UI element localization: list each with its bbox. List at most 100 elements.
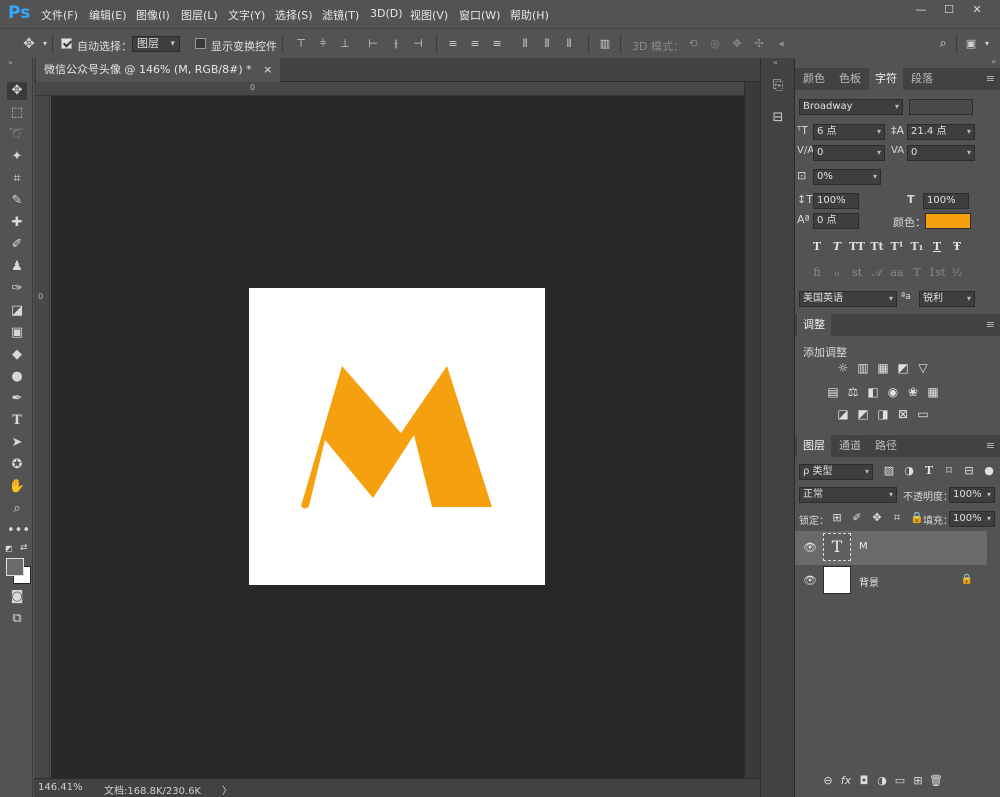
font-style-dropdown[interactable]	[909, 99, 973, 115]
path-selection-tool-icon[interactable]: ➤	[7, 434, 27, 452]
menu-image[interactable]: 图像(I)	[136, 7, 170, 23]
layer-name[interactable]: M	[859, 541, 868, 552]
exposure-icon[interactable]: ◩	[893, 361, 913, 375]
move-tool-icon[interactable]: ✥	[7, 82, 27, 100]
scale-field[interactable]: 0% ▾	[813, 169, 881, 185]
fractions-button[interactable]: ½	[947, 266, 967, 279]
menu-edit[interactable]: 编辑(E)	[89, 7, 127, 23]
foreground-color-swatch[interactable]	[6, 558, 24, 576]
history-brush-tool-icon[interactable]: ✑	[7, 280, 27, 298]
eyedropper-tool-icon[interactable]: ✎	[7, 192, 27, 210]
horizontal-ruler[interactable]: 0	[34, 82, 744, 96]
kerning-field[interactable]: 0 ▾	[813, 145, 885, 161]
properties-panel-icon[interactable]: ⊟	[769, 110, 787, 128]
edit-toolbar-icon[interactable]: •••	[7, 522, 30, 540]
faux-bold-button[interactable]: T	[807, 240, 827, 253]
font-size-field[interactable]: 6 点 ▾	[813, 124, 885, 140]
visibility-eye-icon[interactable]: 👁	[803, 541, 817, 554]
channel-mixer-icon[interactable]: ❀	[903, 385, 923, 399]
document-tab[interactable]: 微信公众号头像 @ 146% (M, RGB/8#) * ×	[36, 58, 281, 82]
language-dropdown[interactable]: 美国英语 ▾	[799, 291, 897, 307]
type-tool-icon[interactable]: T	[7, 412, 27, 430]
add-mask-icon[interactable]: ◘	[855, 774, 873, 787]
align-vcenter-icon[interactable]: ⫩	[316, 37, 330, 51]
superscript-button[interactable]: T¹	[887, 240, 907, 253]
swash-button[interactable]: 𝒜	[867, 266, 887, 280]
leading-field[interactable]: 21.4 点 ▾	[907, 124, 975, 140]
posterize-icon[interactable]: ◩	[853, 407, 873, 421]
panel-menu-icon[interactable]: ≡	[986, 439, 995, 452]
layer-name[interactable]: 背景	[859, 574, 879, 589]
panel-menu-icon[interactable]: ≡	[986, 72, 995, 85]
history-panel-icon[interactable]: ⎘	[769, 78, 787, 96]
new-layer-icon[interactable]: ⊞	[909, 774, 927, 787]
underline-button[interactable]: T	[927, 240, 947, 253]
smart-object-filter-icon[interactable]: ⊟	[959, 464, 979, 477]
new-group-icon[interactable]: ▭	[891, 774, 909, 787]
auto-select-checkbox[interactable]	[61, 38, 72, 49]
panel-menu-icon[interactable]: ≡	[986, 318, 995, 331]
layer-filter-dropdown[interactable]: ρ 类型 ▾	[799, 464, 873, 480]
tab-layers[interactable]: 图层	[797, 435, 831, 457]
blend-mode-dropdown[interactable]: 正常 ▾	[799, 487, 897, 503]
menu-filter[interactable]: 滤镜(T)	[322, 7, 359, 23]
titling-alternates-button[interactable]: aa	[887, 266, 907, 279]
color-balance-icon[interactable]: ⚖	[843, 385, 863, 399]
strikethrough-button[interactable]: Ŧ	[947, 240, 967, 253]
stylistic-alternates-button[interactable]: st	[847, 266, 867, 279]
distribute-bottom-icon[interactable]: ≡	[490, 37, 504, 51]
healing-brush-tool-icon[interactable]: ✚	[7, 214, 27, 232]
shape-filter-icon[interactable]: ⌑	[939, 464, 959, 477]
baseline-shift-field[interactable]: 0 点	[813, 213, 859, 229]
font-family-dropdown[interactable]: Broadway ▾	[799, 99, 903, 115]
color-lookup-icon[interactable]: ▦	[923, 385, 943, 399]
maximize-button[interactable]: ☐	[938, 3, 960, 19]
show-transform-checkbox[interactable]	[195, 38, 206, 49]
curves-icon[interactable]: ▦	[873, 361, 893, 375]
tab-paragraph[interactable]: 段落	[905, 68, 939, 90]
all-caps-button[interactable]: TT	[847, 240, 867, 253]
vertical-ruler[interactable]: 0	[34, 96, 50, 778]
selective-color-icon[interactable]: ⊠	[893, 407, 913, 421]
hand-tool-icon[interactable]: ✋	[7, 478, 27, 496]
vibrance-icon[interactable]: ▽	[913, 361, 933, 375]
antialias-dropdown[interactable]: 锐利 ▾	[919, 291, 975, 307]
ordinals-button[interactable]: 1st	[927, 266, 947, 279]
collapse-toolbar-icon[interactable]: »	[8, 58, 13, 67]
workspace-icon[interactable]: ▣	[964, 37, 978, 51]
invert-icon[interactable]: ◪	[833, 407, 853, 421]
type-filter-icon[interactable]: T	[919, 464, 939, 477]
menu-file[interactable]: 文件(F)	[41, 7, 78, 23]
align-bottom-icon[interactable]: ⊥	[338, 37, 352, 51]
m-letter-graphic[interactable]	[249, 288, 545, 585]
eraser-tool-icon[interactable]: ◪	[7, 302, 27, 320]
filter-toggle-icon[interactable]: ●	[979, 464, 999, 477]
auto-align-icon[interactable]: ▥	[598, 37, 612, 51]
blur-tool-icon[interactable]: ◆	[7, 346, 27, 364]
workspace-chevron-icon[interactable]: ▾	[980, 37, 994, 51]
document-canvas[interactable]	[249, 288, 545, 585]
visibility-eye-icon[interactable]: 👁	[803, 574, 817, 587]
lock-artboard-icon[interactable]: ⌗	[887, 511, 907, 525]
search-icon[interactable]: ⌕	[936, 37, 950, 51]
pen-tool-icon[interactable]: ✒	[7, 390, 27, 408]
distribute-hcenter-icon[interactable]: ⦀	[540, 37, 554, 51]
lock-position-icon[interactable]: ✥	[867, 511, 887, 524]
collapse-panels-icon[interactable]: »	[991, 57, 996, 66]
align-hcenter-icon[interactable]: ⫲	[389, 37, 403, 51]
crop-tool-icon[interactable]: ⌗	[7, 170, 27, 188]
tab-character[interactable]: 字符	[869, 68, 903, 90]
status-menu-arrow[interactable]: 〉	[222, 782, 232, 797]
clone-stamp-tool-icon[interactable]: ♟	[7, 258, 27, 276]
gradient-map-icon[interactable]: ▭	[913, 407, 933, 421]
hue-saturation-icon[interactable]: ▤	[823, 385, 843, 399]
layer-style-icon[interactable]: fx	[837, 774, 855, 787]
distribute-top-icon[interactable]: ≡	[446, 37, 460, 51]
screen-mode-icon[interactable]: ⧉	[7, 610, 27, 628]
fill-field[interactable]: 100% ▾	[949, 511, 995, 527]
menu-view[interactable]: 视图(V)	[410, 7, 448, 23]
brush-tool-icon[interactable]: ✐	[7, 236, 27, 254]
close-tab-icon[interactable]: ×	[263, 63, 272, 76]
lock-pixels-icon[interactable]: ✐	[847, 511, 867, 524]
magic-wand-tool-icon[interactable]: ✦	[7, 148, 27, 166]
